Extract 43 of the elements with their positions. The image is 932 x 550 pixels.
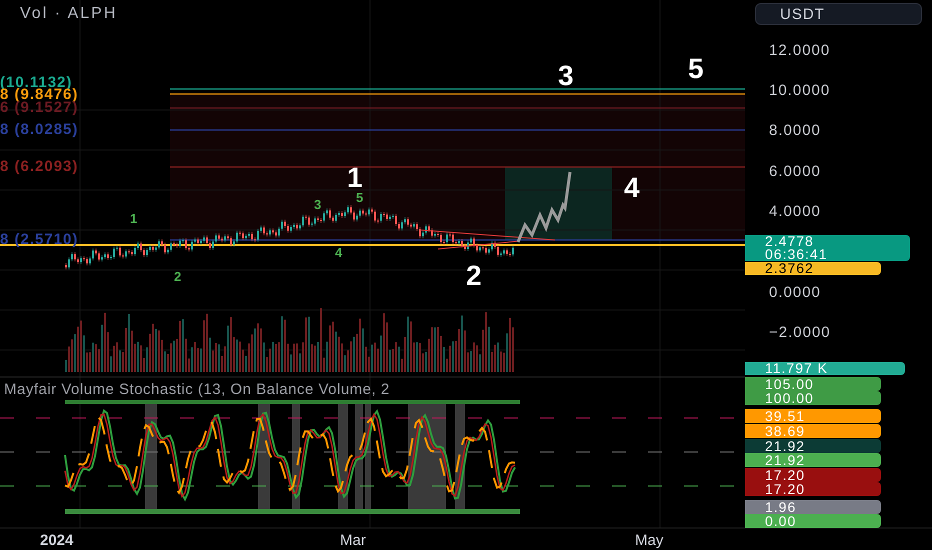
indicator-tag: 0.00 xyxy=(745,514,881,528)
fib-level-label: 8 (2.5710) xyxy=(0,232,78,247)
fib-level-label: 8 (6.2093) xyxy=(0,159,78,174)
currency-button[interactable]: USDT xyxy=(755,3,922,25)
indicator-tag: 21.92 xyxy=(745,439,881,453)
time-axis-label: 2024 xyxy=(40,531,74,550)
wave-label: 5 xyxy=(356,191,364,204)
time-axis-label: May xyxy=(635,531,664,550)
wave-label: 3 xyxy=(314,198,322,211)
wave-label: 3 xyxy=(558,62,574,90)
wave-label: 1 xyxy=(347,164,363,192)
price-axis-label: 10.0000 xyxy=(769,81,830,101)
price-axis-label: 4.0000 xyxy=(769,202,821,222)
fib-level-label: 8 (9.8476) xyxy=(0,87,78,102)
price-axis-label: 12.0000 xyxy=(769,41,830,61)
fib-level-label: 8 (8.0285) xyxy=(0,122,78,137)
fib-level-label: 6 (9.1527) xyxy=(0,100,78,115)
wave-label: 5 xyxy=(688,55,704,83)
price-axis-label: 6.0000 xyxy=(769,162,821,182)
fib-level-label: (10.1132) xyxy=(0,75,72,90)
time-axis-label: Mar xyxy=(340,531,366,550)
wave-label: 2 xyxy=(174,270,182,283)
indicator-tag: 100.00 xyxy=(745,391,881,405)
price-tag: 2.4778 06:36:41 xyxy=(745,235,910,261)
wave-label: 4 xyxy=(624,174,640,202)
price-axis-label: 8.0000 xyxy=(769,121,821,141)
price-tag: 2.3762 xyxy=(745,262,881,275)
price-axis-label: −2.0000 xyxy=(769,323,831,343)
indicator-tag: 38.69 xyxy=(745,424,881,438)
indicator-tag: 21.92 xyxy=(745,453,881,467)
wave-label: 1 xyxy=(130,212,138,225)
indicator-tag: 105.00 xyxy=(745,377,881,391)
wave-label: 4 xyxy=(335,246,342,259)
indicator-tag: 17.20 xyxy=(745,468,881,482)
indicator-tag: 17.20 xyxy=(745,482,881,496)
indicator-tag: 39.51 xyxy=(745,409,881,423)
indicator-title: Mayfair Volume Stochastic (13, On Balance Volume, 2 xyxy=(4,381,390,398)
price-axis-label: 0.0000 xyxy=(769,283,821,303)
projection-path xyxy=(516,172,572,243)
symbol-title: Vol · ALPH xyxy=(20,4,118,24)
indicator-tag: 1.96 xyxy=(745,500,881,514)
wave-label: 2 xyxy=(466,262,482,290)
price-tag: 11.797 K xyxy=(745,362,905,375)
